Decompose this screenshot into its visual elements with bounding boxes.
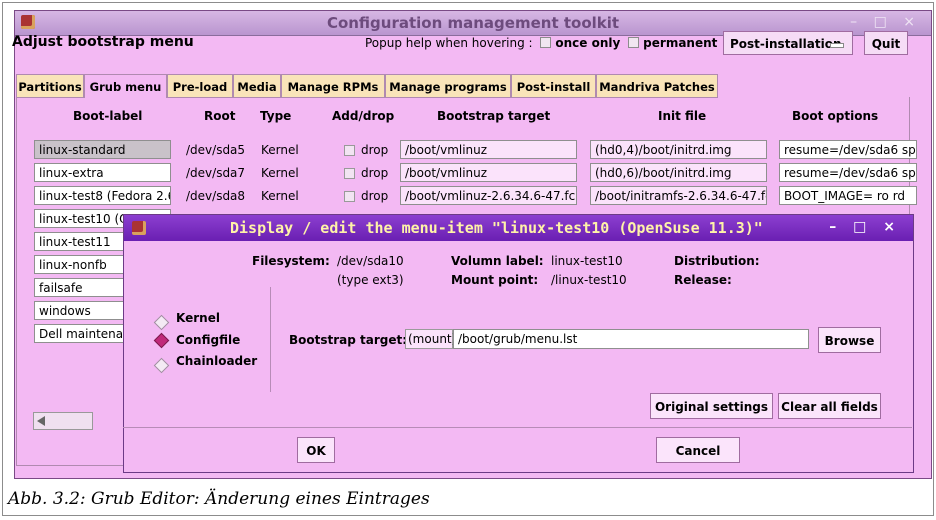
dropdown-indicator-icon	[830, 43, 844, 48]
row-type: Kernel	[261, 143, 299, 157]
horizontal-scrollbar[interactable]	[33, 412, 93, 430]
original-settings-button[interactable]: Original settings	[650, 393, 773, 419]
mount-point-label: Mount point:	[451, 273, 539, 287]
drop-label: drop	[361, 143, 389, 157]
tab-manage-programs[interactable]: Manage programs	[385, 74, 511, 98]
radio-chainloader-label: Chainloader	[176, 354, 258, 368]
header-root: Root	[204, 109, 236, 123]
tab-pre-load[interactable]: Pre-load	[167, 74, 233, 98]
permanent-label: permanent	[643, 36, 718, 50]
drop-label: drop	[361, 166, 389, 180]
filesystem-label: Filesystem:	[252, 254, 330, 268]
mode-select[interactable]: Post-installation	[723, 31, 853, 55]
dialog-vertical-separator	[270, 287, 271, 392]
bootstrap-target-field[interactable]: /boot/vmlinuz	[400, 163, 577, 182]
boot-options-field[interactable]: resume=/dev/sda6 spla	[779, 140, 917, 159]
dialog-window-controls[interactable]: – □ ×	[829, 219, 901, 235]
drop-label: drop	[361, 189, 389, 203]
tab-manage-rpms[interactable]: Manage RPMs	[281, 74, 385, 98]
header-bootstrap-target: Bootstrap target	[437, 109, 551, 123]
row-root: /dev/sda8	[186, 189, 246, 203]
dialog-title: Display / edit the menu-item "linux-test…	[230, 219, 763, 237]
release-label: Release:	[674, 273, 732, 287]
distribution-label: Distribution:	[674, 254, 760, 268]
section-title: Adjust bootstrap menu	[12, 34, 194, 50]
drop-checkbox[interactable]	[344, 191, 355, 202]
window-title: Configuration management toolkit	[326, 14, 620, 32]
tab-media[interactable]: Media	[233, 74, 281, 98]
init-file-field[interactable]: /boot/initramfs-2.6.34.6-47.fc:	[590, 186, 767, 205]
header-boot-label: Boot-label	[73, 109, 143, 123]
init-file-field[interactable]: (hd0,6)/boot/initrd.img	[590, 163, 767, 182]
boot-options-field[interactable]: BOOT_IMAGE= ro rd	[779, 186, 917, 205]
volume-label-value: linux-test10	[551, 254, 623, 268]
header-init-file: Init file	[658, 109, 707, 123]
boot-label-field[interactable]: linux-extra	[34, 163, 171, 182]
quit-button[interactable]: Quit	[864, 31, 908, 55]
boot-label-field[interactable]: linux-standard	[34, 140, 171, 159]
popup-help-label: Popup help when hovering :	[365, 36, 533, 50]
popup-help-options: Popup help when hovering : once only per…	[365, 36, 717, 50]
radio-kernel-label: Kernel	[176, 311, 220, 325]
header-type: Type	[260, 109, 292, 123]
once-only-checkbox[interactable]	[540, 37, 552, 48]
init-file-field[interactable]: (hd0,4)/boot/initrd.img	[590, 140, 767, 159]
filesystem-value: /dev/sda10	[337, 254, 404, 268]
bootstrap-target-input[interactable]: /boot/grub/menu.lst	[453, 329, 809, 349]
permanent-checkbox[interactable]	[628, 37, 640, 48]
boot-label-field[interactable]: linux-test8 (Fedora 2.6	[34, 186, 171, 205]
radio-configfile-label: Configfile	[176, 333, 241, 347]
figure-caption: Abb. 3.2: Grub Editor: Änderung eines Ei…	[8, 489, 430, 509]
row-root: /dev/sda7	[186, 166, 246, 180]
row-type: Kernel	[261, 189, 299, 203]
bootstrap-target-field[interactable]: /boot/vmlinuz-2.6.34.6-47.fc1	[400, 186, 577, 205]
header-add-drop: Add/drop	[332, 109, 395, 123]
row-root: /dev/sda5	[186, 143, 246, 157]
volume-label-label: Volumn label:	[451, 254, 544, 268]
tab-mandriva-patches[interactable]: Mandriva Patches	[596, 74, 718, 98]
drop-checkbox[interactable]	[344, 145, 355, 156]
mount-prefix: (mount)	[405, 329, 456, 349]
mount-point-value: /linux-test10	[551, 273, 627, 287]
browse-button[interactable]: Browse	[818, 327, 881, 353]
dialog-horizontal-separator	[123, 427, 912, 428]
tab-grub-menu[interactable]: Grub menu	[84, 74, 167, 98]
dialog-titlebar[interactable]: Display / edit the menu-item "linux-test…	[124, 215, 913, 241]
header-boot-options: Boot options	[792, 109, 879, 123]
dialog-app-icon	[132, 221, 146, 235]
scroll-left-arrow-icon[interactable]	[37, 416, 45, 426]
row-type: Kernel	[261, 166, 299, 180]
boot-options-field[interactable]: resume=/dev/sda6 spla	[779, 163, 917, 182]
filesystem-type: (type ext3)	[337, 273, 404, 287]
bootstrap-target-field[interactable]: /boot/vmlinuz	[400, 140, 577, 159]
mode-select-value: Post-installation	[730, 37, 842, 51]
tab-post-install[interactable]: Post-install	[511, 74, 596, 98]
drop-checkbox[interactable]	[344, 168, 355, 179]
once-only-label: once only	[555, 36, 621, 50]
tab-partitions[interactable]: Partitions	[16, 74, 84, 98]
window-controls[interactable]: – □ ×	[850, 14, 921, 30]
cancel-button[interactable]: Cancel	[656, 437, 740, 463]
ok-button[interactable]: OK	[297, 437, 335, 463]
bootstrap-target-label: Bootstrap target:	[289, 333, 408, 347]
clear-all-fields-button[interactable]: Clear all fields	[778, 393, 881, 419]
